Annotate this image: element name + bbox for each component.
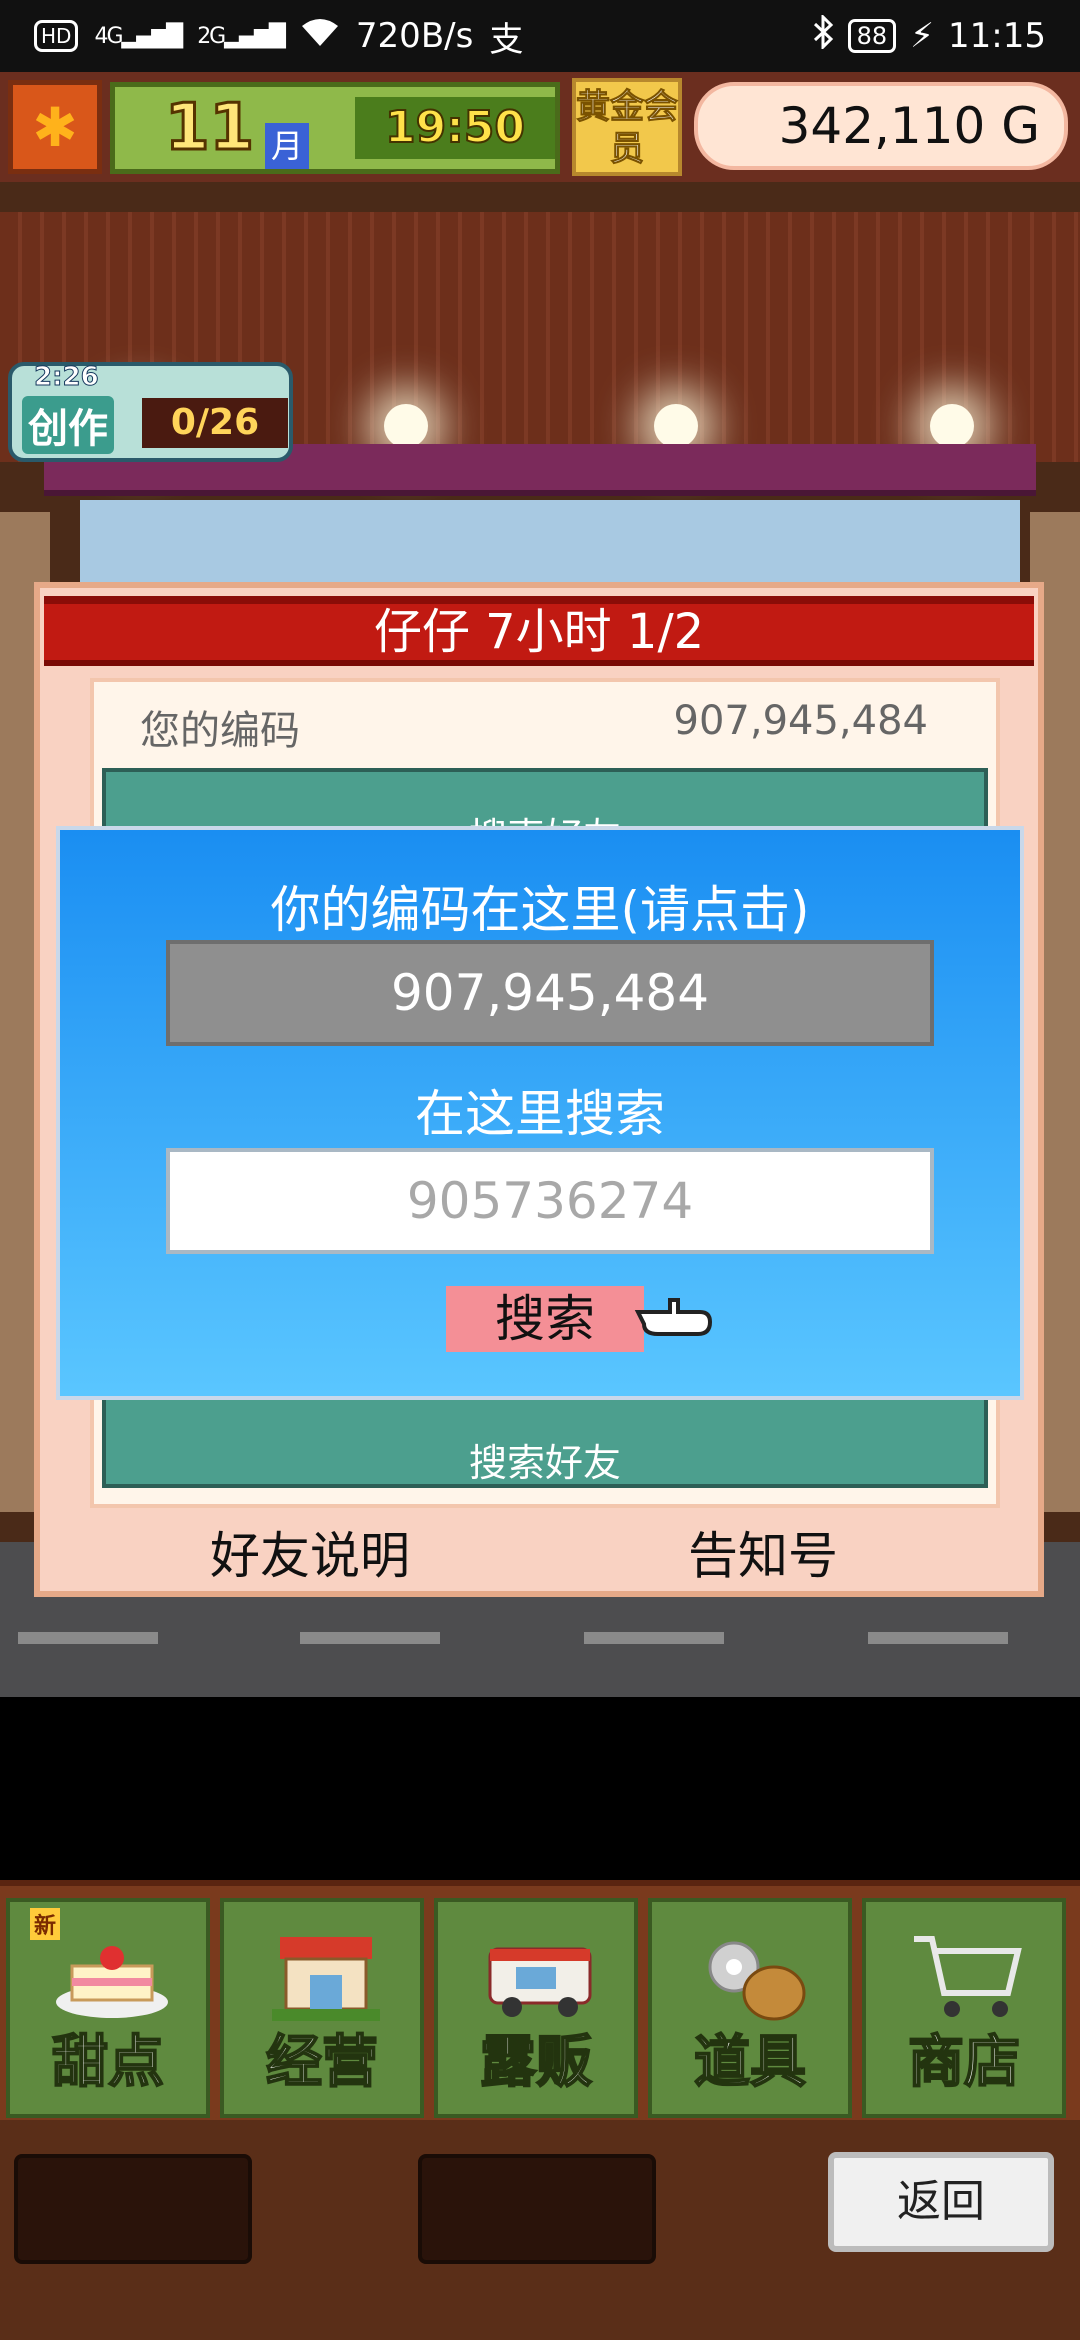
month-unit: 月	[265, 123, 309, 169]
back-button[interactable]: 返回	[828, 2152, 1054, 2252]
roof-light	[654, 404, 698, 448]
search-friends-header: 搜索好友	[106, 806, 984, 828]
friend-info-button[interactable]: 好友说明	[210, 1516, 410, 1588]
search-label: 在这里搜索	[415, 1085, 665, 1143]
search-friends-label: 搜索好友	[468, 1441, 621, 1485]
month-number: 11	[163, 90, 255, 167]
menu-label-business: 经营	[265, 2029, 379, 2096]
wifi-icon	[300, 16, 340, 57]
menu-item-food-truck[interactable]: 露贩	[434, 1898, 638, 2118]
friend-code-dialog: 你的编码在这里(请点击) 907,945,484 在这里搜索 905736274…	[56, 826, 1024, 1400]
pointing-hand-icon	[634, 1290, 714, 1346]
maple-leaf-icon[interactable]: ✱	[8, 80, 102, 174]
lane-mark	[300, 1632, 440, 1644]
storefront-windows	[80, 500, 1020, 590]
food-truck-icon	[478, 1922, 602, 2032]
signal-4g-icon: 4G▂▄▆█	[94, 23, 183, 49]
shop-icon	[264, 1922, 388, 2032]
battery-level: 88	[847, 19, 897, 53]
dialog-title: 你的编码在这里(请点击)	[270, 881, 810, 939]
roof-light	[930, 404, 974, 448]
empty-slot[interactable]	[14, 2154, 252, 2264]
craft-label: 创作	[22, 396, 114, 454]
menu-item-dessert[interactable]: 新 甜点	[6, 1898, 210, 2118]
craft-count: 0/26	[142, 398, 288, 448]
status-bar: HD 4G▂▄▆█ 2G▂▄▆█ 720B/s 支 88 ⚡ 11:15	[0, 0, 1080, 72]
game-hud: ✱ 11 月 19:50 黄金会员 342,110 G	[0, 72, 1080, 182]
your-code-value: 907,945,484	[673, 698, 928, 744]
menu-label-food-truck: 露贩	[479, 2029, 593, 2096]
game-time: 19:50	[355, 97, 555, 159]
clock: 11:15	[948, 16, 1046, 56]
items-bag-icon	[692, 1922, 816, 2032]
network-speed: 720B/s	[355, 16, 474, 56]
menu-label-items: 道具	[693, 2029, 807, 2096]
bluetooth-icon	[812, 12, 834, 58]
menu-item-business[interactable]: 经营	[220, 1898, 424, 2118]
craft-progress-badge[interactable]: 2:26 创作 0/26	[8, 362, 293, 462]
bottom-area: 返回	[0, 2120, 1080, 2340]
calendar-panel: 11 月 19:50	[110, 82, 560, 174]
signal-2g-icon: 2G▂▄▆█	[197, 23, 286, 49]
roof-light	[384, 404, 428, 448]
search-input[interactable]: 905736274	[166, 1148, 934, 1254]
menu-item-items[interactable]: 道具	[648, 1898, 852, 2118]
charging-icon: ⚡	[910, 16, 935, 56]
menu-label-dessert: 甜点	[51, 2029, 165, 2096]
shopping-cart-icon	[906, 1922, 1030, 2032]
gold-counter: 342,110 G	[694, 82, 1068, 170]
app-notification-icon: 支	[489, 19, 524, 60]
lane-mark	[18, 1632, 158, 1644]
cake-icon	[50, 1922, 174, 2032]
your-code-label: 您的编码	[140, 708, 300, 754]
search-button[interactable]: 搜索	[446, 1286, 644, 1352]
empty-slot[interactable]	[418, 2154, 656, 2264]
craft-timer: 2:26	[34, 362, 100, 393]
gold-member-badge[interactable]: 黄金会员	[572, 78, 682, 176]
lane-mark	[584, 1632, 724, 1644]
bottom-menu: 新 甜点 经营 露贩 道具 商店	[0, 1880, 1080, 2120]
menu-item-store[interactable]: 商店	[862, 1898, 1066, 2118]
panel-title: 仔仔 7小时 1/2	[44, 596, 1034, 666]
lane-mark	[868, 1632, 1008, 1644]
your-code-field[interactable]: 907,945,484	[166, 940, 934, 1046]
notify-id-button[interactable]: 告知号	[688, 1516, 838, 1588]
hd-indicator: HD	[34, 20, 79, 52]
menu-label-store: 商店	[907, 2029, 1021, 2096]
